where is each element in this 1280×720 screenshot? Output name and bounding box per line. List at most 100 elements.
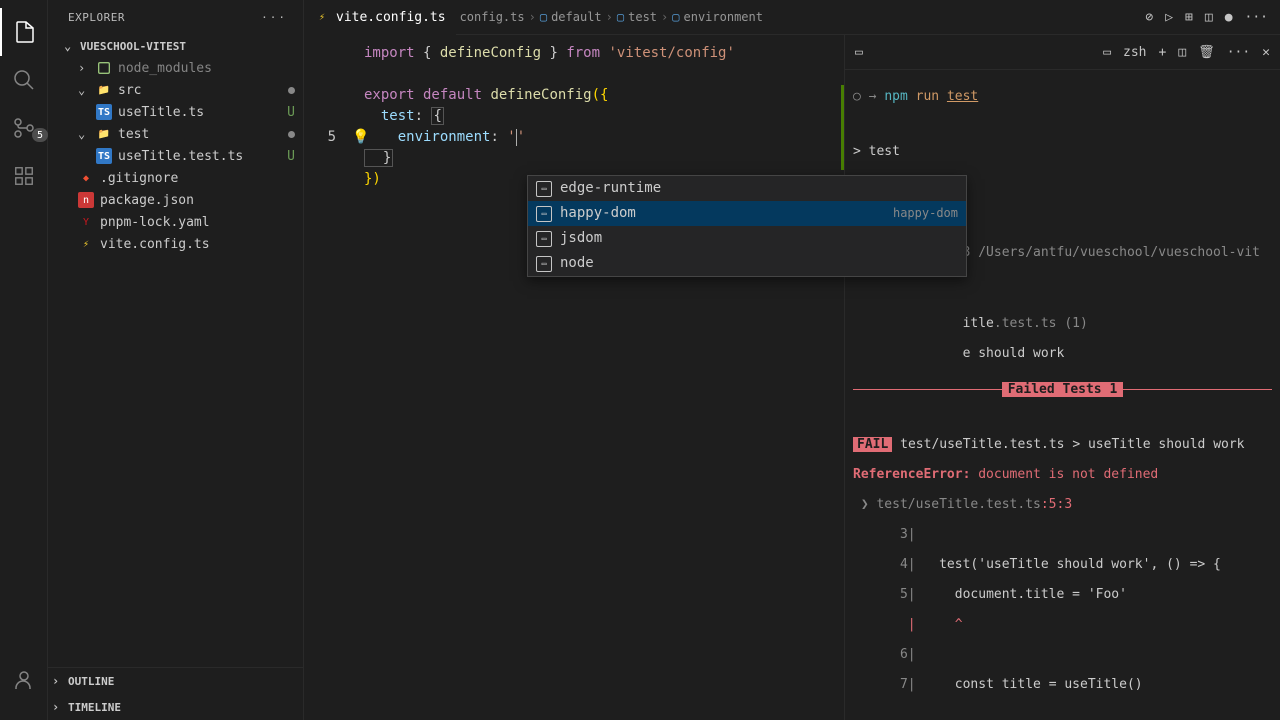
diff-indicator	[841, 85, 844, 170]
terminal-toolbar: ▭ ▭ zsh + ◫ 🗑 ··· ✕	[845, 35, 1280, 70]
breadcrumb-item[interactable]: config.ts	[460, 10, 525, 24]
more-icon[interactable]: ···	[261, 11, 287, 24]
lightbulb-icon[interactable]: 💡	[352, 127, 369, 148]
tree-label: package.json	[100, 193, 194, 208]
play-icon[interactable]: ▷	[1165, 10, 1173, 25]
chevron-right-icon: ›	[52, 674, 64, 688]
more-icon[interactable]: ···	[1227, 45, 1250, 60]
suggest-detail: happy-dom	[893, 203, 958, 224]
suggest-label: jsdom	[560, 228, 602, 249]
activity-explorer-icon[interactable]	[0, 8, 48, 56]
breadcrumb-item[interactable]: test	[628, 10, 657, 24]
autocomplete-popup: ▭ edge-runtime ▭ happy-dom happy-dom ▭ j…	[527, 175, 967, 277]
tree-label: src	[118, 83, 141, 98]
code-content: import { defineConfig } from 'vitest/con…	[304, 43, 844, 190]
tree-label: test	[118, 127, 149, 142]
timeline-section[interactable]: › TIMELINE	[48, 694, 303, 720]
activity-extension-icon[interactable]	[0, 152, 48, 200]
explorer-title: EXPLORER	[68, 11, 125, 24]
scm-badge: 5	[32, 128, 48, 142]
split-add-icon[interactable]: ⊞	[1185, 10, 1193, 25]
modified-dot-icon	[288, 87, 295, 94]
terminal-output[interactable]: ○ → npm run test > test > vitest xxxxxxx…	[845, 70, 1280, 720]
folder-lib-icon	[96, 60, 112, 76]
split-terminal-icon[interactable]: ◫	[1178, 45, 1186, 60]
tree-label: useTitle.test.ts	[118, 149, 243, 164]
tree-label: node_modules	[118, 61, 212, 76]
tree-file-usetitle[interactable]: TS useTitle.ts U	[48, 101, 303, 123]
main-area: ⚡ vite.config.ts config.ts› ▢default› ▢t…	[304, 0, 1280, 720]
vite-icon: ⚡	[314, 9, 330, 25]
modified-dot-icon	[288, 131, 295, 138]
folder-icon: 📁	[96, 82, 112, 98]
breadcrumb-item[interactable]: default	[551, 10, 602, 24]
chevron-right-icon: ›	[78, 61, 90, 75]
terminal-shell-label[interactable]: zsh	[1123, 45, 1146, 60]
file-tree: › node_modules ⌄ 📁 src TS useTitle.ts U …	[48, 57, 303, 667]
panel-icon[interactable]: ▭	[855, 45, 863, 60]
chevron-down-icon: ⌄	[64, 39, 76, 53]
git-status-badge: U	[287, 105, 295, 120]
activity-account-icon[interactable]	[0, 656, 48, 704]
chevron-down-icon: ⌄	[78, 83, 90, 97]
tree-label: vite.config.ts	[100, 237, 210, 252]
folder-icon: 📁	[96, 126, 112, 142]
failed-tests-divider: Failed Tests 1	[853, 382, 1272, 397]
git-status-badge: U	[287, 149, 295, 164]
tab-bar: ⚡ vite.config.ts config.ts› ▢default› ▢t…	[304, 0, 1280, 35]
tree-folder-test[interactable]: ⌄ 📁 test	[48, 123, 303, 145]
yaml-icon: Y	[78, 214, 94, 230]
code-editor[interactable]: 5 💡 import { defineConfig } from 'vitest…	[304, 35, 844, 720]
dirty-dot-icon: ●	[1225, 10, 1233, 25]
vite-icon: ⚡	[78, 236, 94, 252]
sidebar-header: EXPLORER ···	[48, 0, 303, 35]
trash-icon[interactable]: 🗑	[1198, 45, 1215, 60]
split-editor-icon[interactable]: ◫	[1205, 10, 1213, 25]
ts-icon: TS	[96, 148, 112, 164]
suggest-item[interactable]: ▭ happy-dom happy-dom	[528, 201, 966, 226]
sidebar-footer: › OUTLINE › TIMELINE	[48, 667, 303, 720]
chevron-right-icon: ›	[52, 700, 64, 714]
outline-label: OUTLINE	[68, 675, 114, 688]
breadcrumb-item[interactable]: environment	[684, 10, 763, 24]
current-line-number: 5	[304, 127, 336, 148]
close-panel-icon[interactable]: ✕	[1262, 45, 1270, 60]
tree-file-gitignore[interactable]: ◆ .gitignore	[48, 167, 303, 189]
terminal-profile-icon[interactable]: ▭	[1103, 45, 1111, 60]
gutter: 5	[304, 43, 354, 148]
tree-file-vite-config[interactable]: ⚡ vite.config.ts	[48, 233, 303, 255]
chevron-down-icon: ⌄	[78, 127, 90, 141]
outline-section[interactable]: › OUTLINE	[48, 668, 303, 694]
tree-folder-node-modules[interactable]: › node_modules	[48, 57, 303, 79]
git-icon: ◆	[78, 170, 94, 186]
sidebar: EXPLORER ··· ⌄ VUESCHOOL-VITEST › node_m…	[48, 0, 304, 720]
tab-label: vite.config.ts	[336, 10, 446, 25]
activity-bar: 5	[0, 0, 48, 720]
workspace-name: VUESCHOOL-VITEST	[80, 40, 186, 53]
terminal-panel: ▭ ▭ zsh + ◫ 🗑 ··· ✕ ○ → npm run test > t…	[844, 35, 1280, 720]
tab-vite-config[interactable]: ⚡ vite.config.ts	[304, 0, 456, 35]
tree-file-package-json[interactable]: n package.json	[48, 189, 303, 211]
breadcrumb[interactable]: config.ts› ▢default› ▢test› ▢environment	[456, 10, 763, 24]
enum-icon: ▭	[536, 181, 552, 197]
tree-file-usetitle-test[interactable]: TS useTitle.test.ts U	[48, 145, 303, 167]
tree-folder-src[interactable]: ⌄ 📁 src	[48, 79, 303, 101]
enum-icon: ▭	[536, 231, 552, 247]
workspace-section[interactable]: ⌄ VUESCHOOL-VITEST	[48, 35, 303, 57]
suggest-item[interactable]: ▭ jsdom	[528, 226, 966, 251]
editor-actions: ⊘ ▷ ⊞ ◫ ● ···	[1145, 10, 1280, 25]
ts-icon: TS	[96, 104, 112, 120]
tree-label: pnpm-lock.yaml	[100, 215, 210, 230]
no-entry-icon[interactable]: ⊘	[1145, 10, 1153, 25]
add-terminal-icon[interactable]: +	[1159, 45, 1167, 60]
activity-search-icon[interactable]	[0, 56, 48, 104]
enum-icon: ▭	[536, 206, 552, 222]
tree-file-pnpm-lock[interactable]: Y pnpm-lock.yaml	[48, 211, 303, 233]
suggest-label: edge-runtime	[560, 178, 661, 199]
suggest-label: happy-dom	[560, 203, 636, 224]
suggest-item[interactable]: ▭ node	[528, 251, 966, 276]
npm-icon: n	[78, 192, 94, 208]
tree-label: .gitignore	[100, 171, 178, 186]
more-icon[interactable]: ···	[1245, 10, 1268, 25]
suggest-item[interactable]: ▭ edge-runtime	[528, 176, 966, 201]
